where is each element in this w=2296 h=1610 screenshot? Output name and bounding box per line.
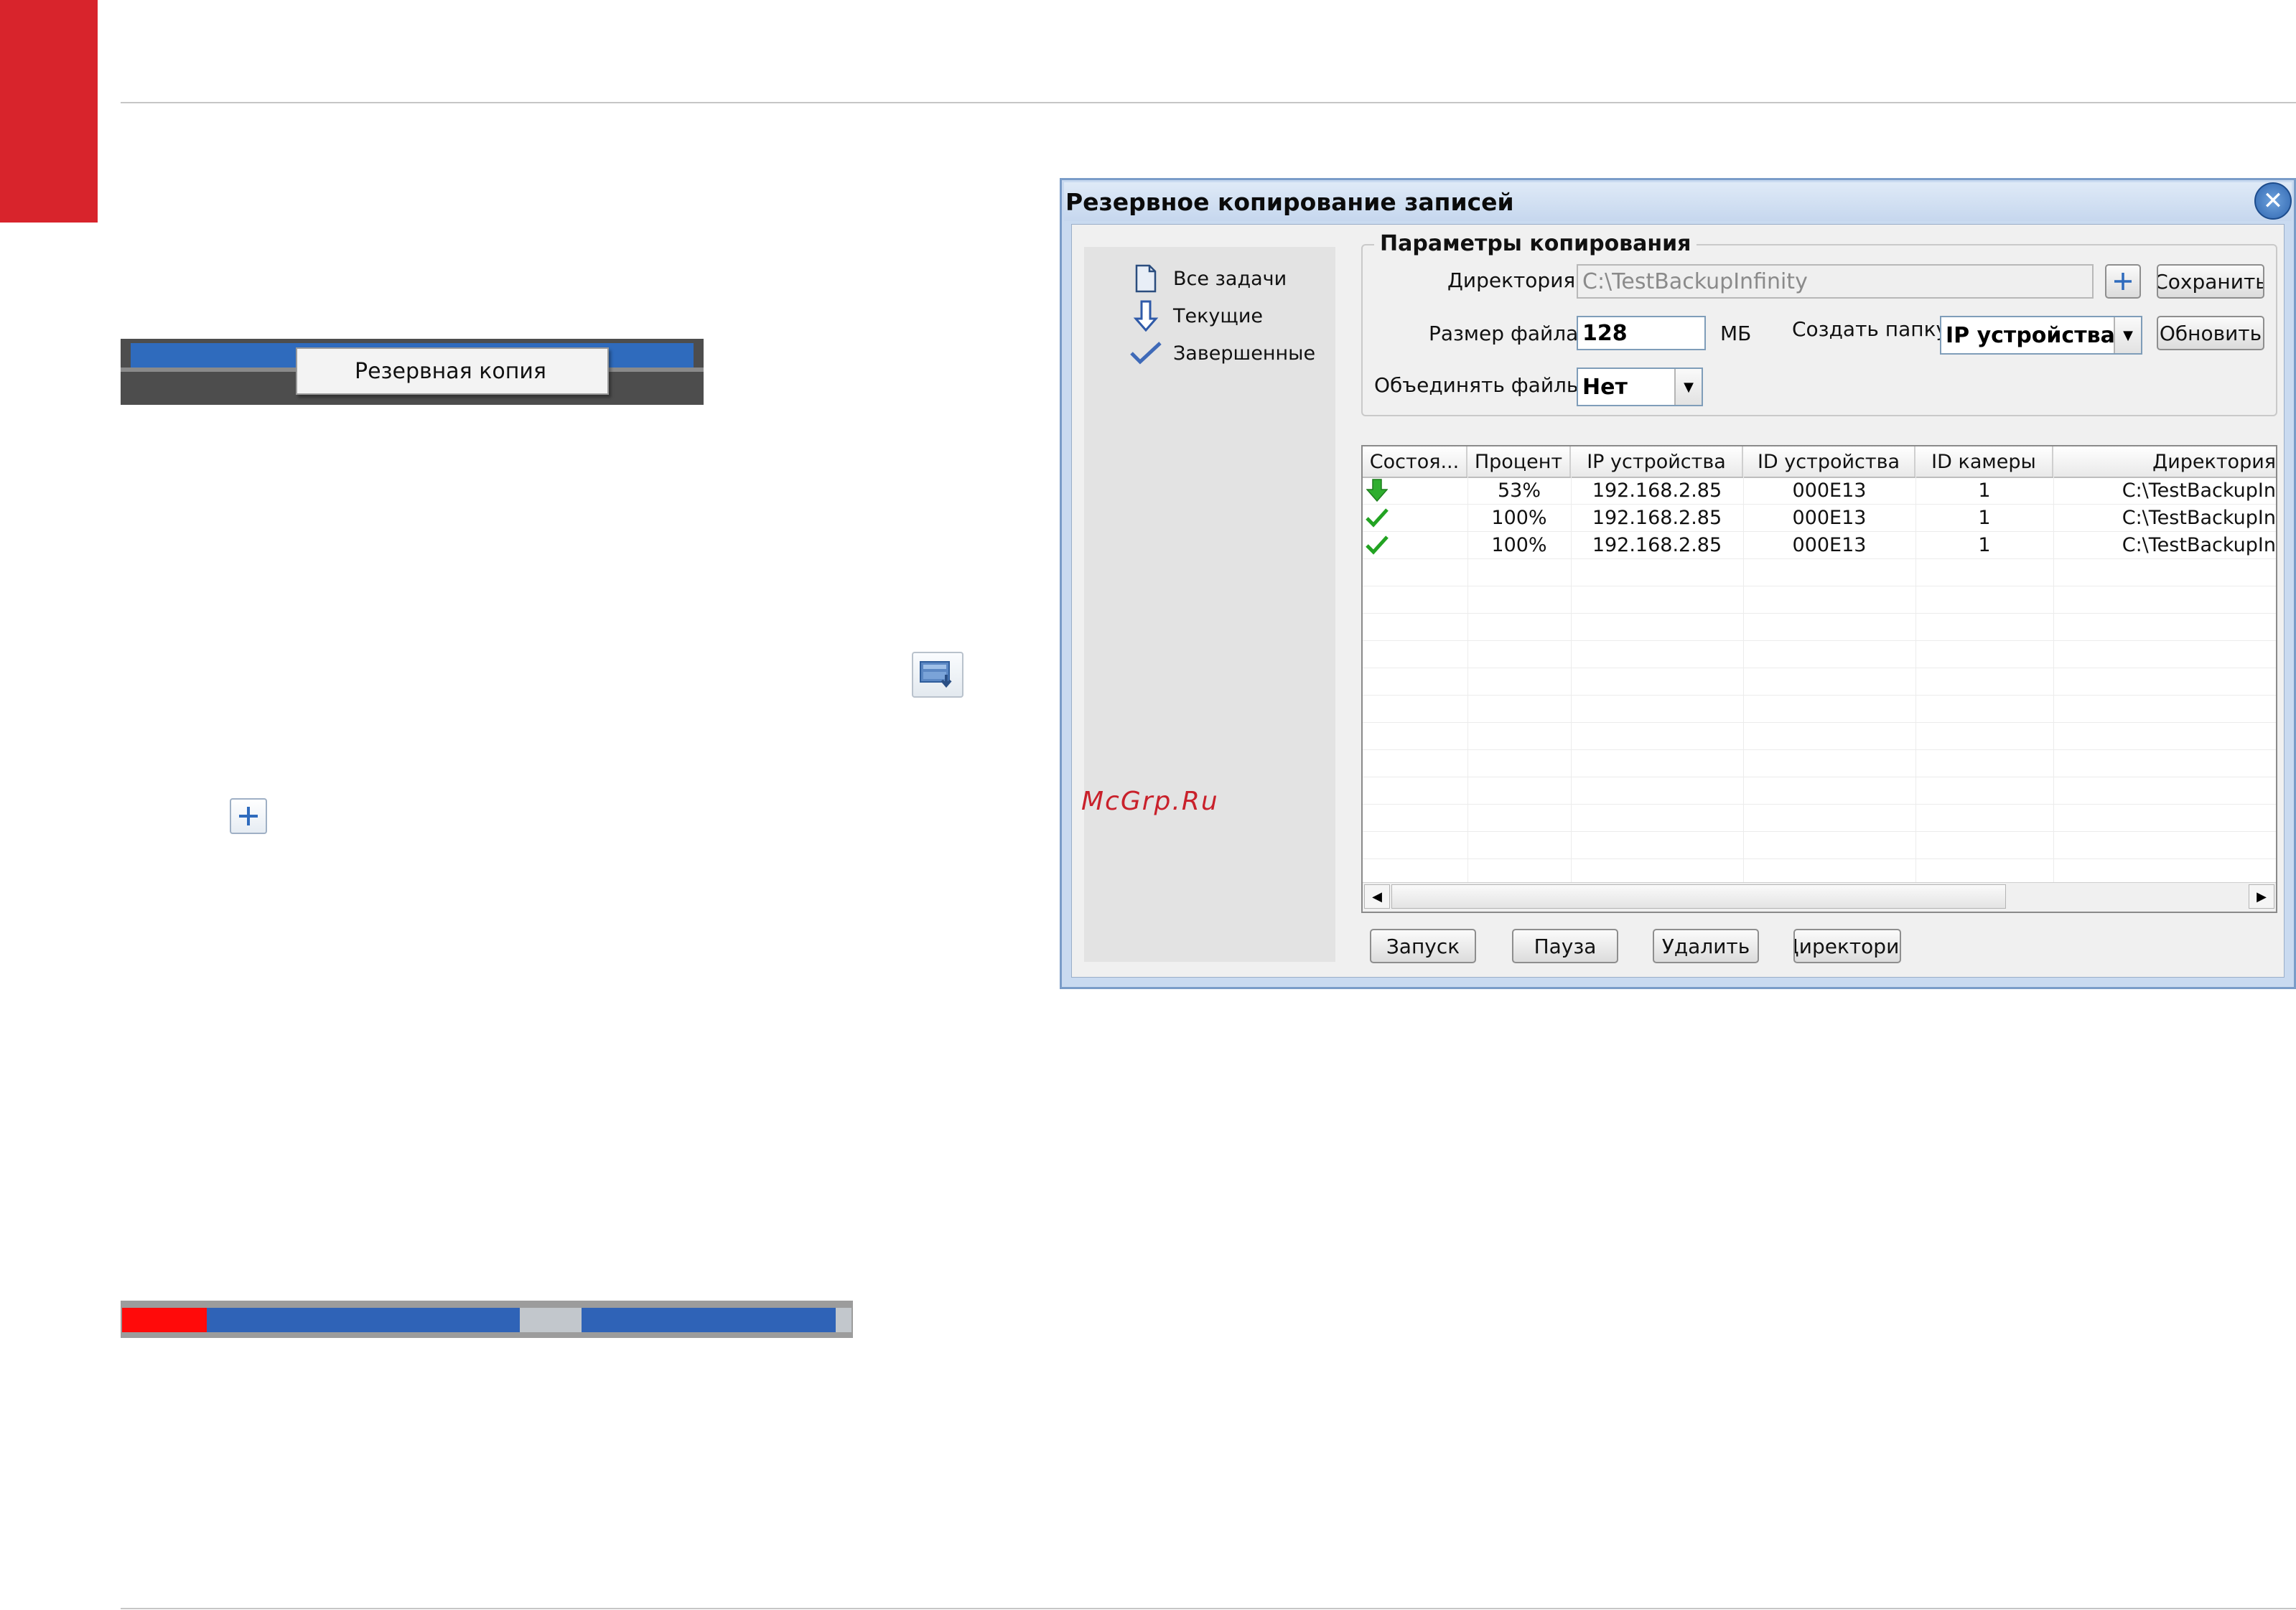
merge-files-select[interactable]: Нет ▼ <box>1577 368 1703 406</box>
group-title: Параметры копирования <box>1374 231 1697 256</box>
table-row-empty <box>1363 558 2276 586</box>
create-folder-value: IP устройства <box>1946 322 2115 348</box>
checkmark-icon <box>1363 504 1391 531</box>
watermark: McGrp.Ru <box>1081 787 1219 816</box>
directory-cell: C:\TestBackupIn <box>2122 533 2276 556</box>
ip-cell: 192.168.2.85 <box>1592 533 1722 556</box>
horizontal-scrollbar[interactable]: ◀ ▶ <box>1363 882 2276 912</box>
column-header-camera-id[interactable]: ID камеры <box>1915 446 2053 477</box>
delete-button[interactable]: Удалить <box>1653 929 1759 963</box>
dialog-title: Резервное копирование записей <box>1064 182 2292 221</box>
table-row[interactable]: 53% 192.168.2.85 000E13 1 C:\TestBackupI… <box>1363 477 2276 505</box>
ip-cell: 192.168.2.85 <box>1592 479 1722 502</box>
add-icon <box>230 798 267 834</box>
add-directory-button[interactable] <box>2105 264 2141 299</box>
column-header-ip[interactable]: IP устройства <box>1571 446 1743 477</box>
page-corner-tab <box>0 0 98 223</box>
checkmark-icon <box>1363 531 1391 558</box>
directory-label: Директория <box>1447 268 1576 292</box>
column-header-directory[interactable]: Директория <box>2053 446 2276 477</box>
timeline-segment-alarm <box>122 1308 207 1332</box>
camera-id-cell: 1 <box>1978 533 1991 556</box>
merge-files-label: Объединять файлы <box>1374 373 1583 397</box>
sidebar-item-completed[interactable]: Завершенные <box>1127 334 1335 372</box>
table-row-empty <box>1363 613 2276 641</box>
save-button[interactable]: Сохранить <box>2157 264 2264 299</box>
timeline-segment-gap <box>836 1308 851 1332</box>
table-row-empty <box>1363 668 2276 696</box>
refresh-button[interactable]: Обновить <box>2157 316 2264 350</box>
device-id-cell: 000E13 <box>1792 533 1867 556</box>
scroll-thumb[interactable] <box>1391 884 2006 909</box>
table-row-empty <box>1363 722 2276 750</box>
download-arrow-icon <box>1363 477 1391 504</box>
device-id-cell: 000E13 <box>1792 479 1867 502</box>
table-row-empty <box>1363 586 2276 614</box>
table-header: Состоя... Процент IP устройства ID устро… <box>1363 446 2276 478</box>
timeline-segment-record <box>582 1308 836 1332</box>
menu-item-backup[interactable]: Резервная копия <box>355 359 546 384</box>
table-row-empty <box>1363 804 2276 832</box>
table-row[interactable]: 100% 192.168.2.85 000E13 1 C:\TestBackup… <box>1363 531 2276 559</box>
close-icon[interactable]: ✕ <box>2254 182 2292 220</box>
checkmark-icon <box>1127 340 1165 366</box>
column-header-percent[interactable]: Процент <box>1467 446 1571 477</box>
ip-cell: 192.168.2.85 <box>1592 506 1722 529</box>
column-header-status[interactable]: Состоя... <box>1363 446 1467 477</box>
arrow-down-icon <box>1127 300 1165 332</box>
table-row-empty <box>1363 749 2276 777</box>
top-divider <box>121 102 2296 103</box>
directory-button[interactable]: Директория <box>1793 929 1901 963</box>
create-folder-label: Создать папку <box>1792 317 1949 341</box>
directory-cell: C:\TestBackupIn <box>2122 506 2276 529</box>
table-row-empty <box>1363 695 2276 723</box>
camera-id-cell: 1 <box>1978 479 1991 502</box>
plus-icon <box>2114 273 2132 290</box>
backup-icon <box>912 652 963 698</box>
merge-files-value: Нет <box>1582 374 1628 400</box>
table-row-empty <box>1363 777 2276 805</box>
camera-id-cell: 1 <box>1978 506 1991 529</box>
sidebar-item-current[interactable]: Текущие <box>1127 297 1335 334</box>
percent-cell: 100% <box>1491 533 1547 556</box>
timeline-segment-record <box>207 1308 520 1332</box>
percent-cell: 53% <box>1497 479 1541 502</box>
start-button[interactable]: Запуск <box>1370 929 1476 963</box>
sidebar-item-label: Все задачи <box>1173 267 1287 290</box>
chevron-down-icon[interactable]: ▼ <box>1674 369 1702 405</box>
table-row-empty <box>1363 831 2276 859</box>
device-id-cell: 000E13 <box>1792 506 1867 529</box>
scroll-right-icon[interactable]: ▶ <box>2249 884 2274 909</box>
document-icon <box>1127 264 1165 293</box>
directory-field[interactable]: C:\TestBackupInfinity <box>1577 264 2094 299</box>
chevron-down-icon[interactable]: ▼ <box>2114 317 2141 353</box>
task-sidebar: Все задачи Текущие Завершенные <box>1084 247 1335 962</box>
context-menu: Резервная копия <box>296 347 609 395</box>
sidebar-item-label: Завершенные <box>1173 342 1316 365</box>
column-header-device-id[interactable]: ID устройства <box>1743 446 1915 477</box>
table-row[interactable]: 100% 192.168.2.85 000E13 1 C:\TestBackup… <box>1363 504 2276 532</box>
sidebar-item-all-tasks[interactable]: Все задачи <box>1127 260 1335 297</box>
bottom-divider <box>121 1608 2296 1609</box>
backup-task-table: Состоя... Процент IP устройства ID устро… <box>1361 445 2277 913</box>
pause-button[interactable]: Пауза <box>1512 929 1618 963</box>
filesize-unit: МБ <box>1720 322 1752 345</box>
percent-cell: 100% <box>1491 506 1547 529</box>
filesize-label: Размер файла <box>1429 322 1579 345</box>
filesize-field[interactable]: 128 <box>1577 316 1706 350</box>
create-folder-select[interactable]: IP устройства ▼ <box>1940 316 2142 355</box>
directory-cell: C:\TestBackupIn <box>2122 479 2276 502</box>
scroll-left-icon[interactable]: ◀ <box>1364 884 1390 909</box>
table-row-empty <box>1363 640 2276 668</box>
sidebar-item-label: Текущие <box>1173 304 1263 327</box>
timeline-segment-gap <box>520 1308 582 1332</box>
